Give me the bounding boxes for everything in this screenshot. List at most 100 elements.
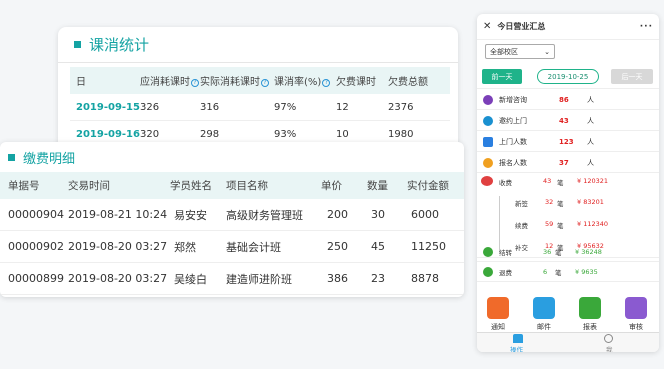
row-actual: 316 bbox=[200, 101, 220, 113]
col-receipt: 单据号 bbox=[8, 180, 40, 192]
campus-select[interactable]: 全部校区 ⌄ bbox=[485, 44, 555, 59]
mail-icon[interactable] bbox=[533, 297, 555, 319]
row-rate: 93% bbox=[274, 128, 297, 140]
stat-row[interactable]: 上门人数 123 人 bbox=[477, 132, 659, 152]
sub-amount: ¥ 112340 bbox=[577, 220, 609, 228]
row-owed-hours: 12 bbox=[336, 101, 349, 113]
tab-operate[interactable]: 操作 bbox=[510, 344, 523, 352]
row-paid: 6000 bbox=[411, 208, 439, 221]
card-title: 缴费明细 bbox=[23, 151, 76, 167]
col-owed-hours: 欠费课时 bbox=[336, 77, 376, 88]
stat-unit: 人 bbox=[587, 95, 594, 104]
settle-row[interactable]: 结转 36 笔 ¥ 36248 bbox=[477, 242, 659, 262]
table-row[interactable]: 00000899 2019-08-20 03:27 吴绫白 建造师进阶班 386… bbox=[0, 263, 464, 295]
stat-label: 上门人数 bbox=[499, 137, 527, 146]
sub-label: 续费 bbox=[515, 222, 528, 230]
settle-count-unit: 笔 bbox=[555, 248, 562, 257]
sub-amount: ¥ 83201 bbox=[577, 198, 604, 206]
settle-icon bbox=[483, 246, 493, 257]
income-amount: ¥ 120321 bbox=[577, 177, 609, 185]
stat-row[interactable]: 新增咨询 86 人 bbox=[477, 90, 659, 110]
invite-icon bbox=[483, 115, 493, 126]
mobile-title-bar: ✕ 今日营业汇总 ··· bbox=[477, 14, 659, 40]
bottom-tab-bar: 操作 我 bbox=[477, 332, 659, 352]
settle-label: 结转 bbox=[499, 248, 512, 257]
app-label-review[interactable]: 审核 bbox=[621, 322, 651, 332]
sub-count: 32 bbox=[545, 198, 554, 206]
refund-label: 退费 bbox=[499, 268, 512, 277]
table-row[interactable]: 00000904 2019-08-21 10:24 易安安 高级财务管理班 20… bbox=[0, 199, 464, 231]
row-owed-amount: 1980 bbox=[388, 128, 414, 140]
row-time: 2019-08-20 03:27 bbox=[68, 240, 168, 253]
row-student: 吴绫白 bbox=[174, 272, 207, 286]
table-row[interactable]: 00000902 2019-08-20 03:27 郑然 基础会计班 250 4… bbox=[0, 231, 464, 263]
row-price: 386 bbox=[327, 272, 348, 285]
sub-count: 59 bbox=[545, 220, 554, 228]
row-project: 高级财务管理班 bbox=[226, 208, 303, 222]
stat-unit: 人 bbox=[587, 116, 594, 125]
row-time: 2019-08-20 03:27 bbox=[68, 272, 168, 285]
row-expected: 326 bbox=[140, 101, 160, 113]
refund-count: 6 bbox=[543, 267, 548, 276]
row-expected: 320 bbox=[140, 128, 160, 140]
report-icon[interactable] bbox=[579, 297, 601, 319]
table-row[interactable]: 2019-09-15 326 316 97% 12 2376 bbox=[70, 94, 450, 121]
table-header: 单据号 交易时间 学员姓名 项目名称 单价 数量 实付金额 bbox=[0, 172, 464, 199]
consult-icon bbox=[483, 94, 493, 105]
row-student: 郑然 bbox=[174, 240, 196, 254]
col-student: 学员姓名 bbox=[170, 180, 212, 192]
mobile-daily-summary: ✕ 今日营业汇总 ··· 全部校区 ⌄ 前一天 2019-10-25 后一天 新… bbox=[477, 14, 659, 352]
enroll-icon bbox=[483, 157, 493, 168]
income-icon bbox=[481, 176, 493, 186]
row-qty: 30 bbox=[371, 208, 385, 221]
stat-label: 邀约上门 bbox=[499, 116, 527, 125]
home-icon[interactable] bbox=[513, 334, 523, 343]
sub-count-unit: 笔 bbox=[557, 222, 564, 230]
prev-day-button[interactable]: 前一天 bbox=[482, 69, 522, 84]
col-date: 日 bbox=[76, 77, 86, 88]
sub-count-unit: 笔 bbox=[557, 200, 564, 208]
card-title: 课消统计 bbox=[89, 36, 150, 54]
card-header: 课消统计 bbox=[58, 27, 458, 63]
row-date[interactable]: 2019-09-15 bbox=[70, 102, 140, 113]
review-icon[interactable] bbox=[625, 297, 647, 319]
chevron-down-icon: ⌄ bbox=[544, 47, 550, 56]
notice-icon[interactable] bbox=[487, 297, 509, 319]
refund-row[interactable]: 退费 6 笔 ¥ 9635 bbox=[477, 262, 659, 282]
more-icon[interactable]: ··· bbox=[640, 22, 653, 32]
user-icon[interactable] bbox=[604, 334, 613, 343]
payment-table: 单据号 交易时间 学员姓名 项目名称 单价 数量 实付金额 00000904 2… bbox=[0, 172, 464, 295]
col-price: 单价 bbox=[321, 180, 342, 192]
row-rate: 97% bbox=[274, 101, 297, 113]
stat-label: 报名人数 bbox=[499, 158, 527, 167]
app-label-mail[interactable]: 邮件 bbox=[529, 322, 559, 332]
refund-amount: ¥ 9635 bbox=[575, 267, 598, 276]
visit-icon bbox=[483, 136, 493, 147]
stat-row[interactable]: 报名人数 37 人 bbox=[477, 153, 659, 173]
row-date[interactable]: 2019-09-16 bbox=[70, 129, 140, 140]
stat-row[interactable]: 邀约上门 43 人 bbox=[477, 111, 659, 131]
row-actual: 298 bbox=[200, 128, 220, 140]
stat-value: 43 bbox=[559, 116, 569, 125]
close-icon[interactable]: ✕ bbox=[483, 21, 491, 32]
app-label-report[interactable]: 报表 bbox=[575, 322, 605, 332]
settle-amount: ¥ 36248 bbox=[575, 247, 602, 256]
row-receipt: 00000899 bbox=[8, 272, 64, 285]
income-label: 收费 bbox=[499, 179, 512, 187]
income-count-unit: 笔 bbox=[557, 179, 564, 187]
campus-select-value: 全部校区 bbox=[490, 47, 518, 56]
row-student: 易安安 bbox=[174, 208, 207, 222]
app-label-notice[interactable]: 通知 bbox=[483, 322, 513, 332]
title-marker bbox=[74, 41, 81, 48]
date-picker[interactable]: 2019-10-25 bbox=[537, 69, 599, 84]
row-paid: 8878 bbox=[411, 272, 439, 285]
tab-me[interactable]: 我 bbox=[606, 344, 613, 352]
col-actual: 实际消耗课时? bbox=[194, 73, 269, 88]
col-paid: 实付金额 bbox=[407, 180, 449, 192]
col-owed-amount: 欠费总额 bbox=[388, 77, 428, 88]
row-owed-hours: 10 bbox=[336, 128, 349, 140]
row-receipt: 00000904 bbox=[8, 208, 64, 221]
refund-icon bbox=[483, 266, 493, 277]
next-day-button[interactable]: 后一天 bbox=[611, 69, 653, 84]
settle-count: 36 bbox=[543, 247, 552, 256]
